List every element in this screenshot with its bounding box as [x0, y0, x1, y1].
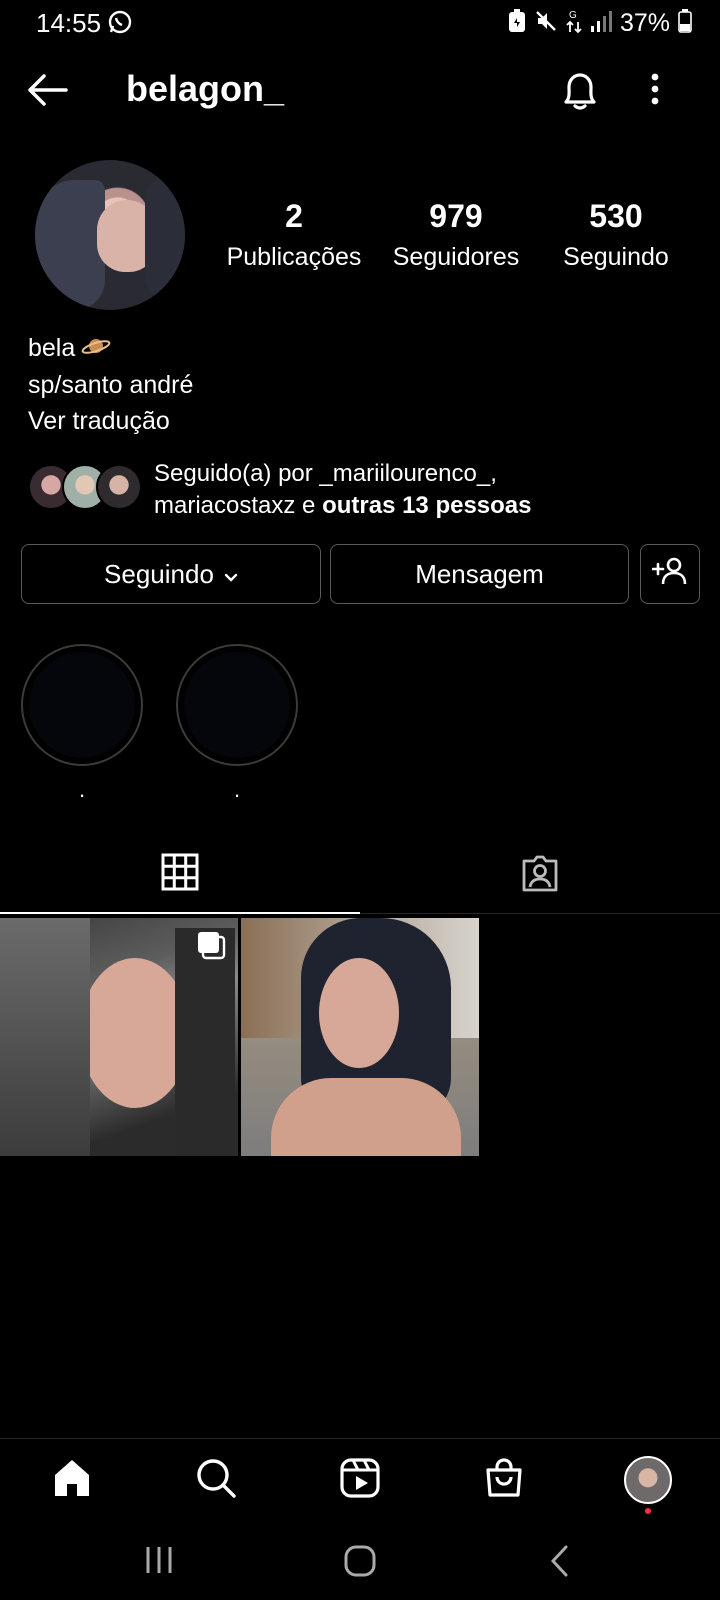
followed-by-text: Seguido(a) por _mariilourenco_, mariacos…	[154, 458, 532, 522]
message-button-label: Mensagem	[415, 558, 544, 589]
tab-tagged[interactable]	[360, 836, 720, 914]
whatsapp-icon	[107, 9, 133, 40]
grid-icon	[161, 853, 199, 896]
followers-label: Seguidores	[392, 243, 520, 271]
posts-label: Publicações	[226, 243, 362, 271]
system-navigation-bar	[0, 1522, 720, 1600]
back-arrow-icon[interactable]	[26, 72, 68, 113]
highlight-caption: .	[233, 777, 241, 802]
add-person-icon	[651, 556, 688, 593]
more-options-icon[interactable]	[650, 72, 660, 111]
tagged-person-icon	[520, 854, 560, 897]
chevron-down-icon	[224, 559, 238, 590]
reels-icon	[339, 1457, 381, 1504]
bell-icon[interactable]	[560, 70, 600, 117]
highlight-caption: .	[78, 777, 86, 802]
svg-text:G: G	[569, 10, 577, 21]
followed-by-line2: mariacostaxz e	[154, 492, 323, 519]
highlight-ring	[176, 644, 298, 766]
battery-percent: 37%	[619, 9, 670, 37]
story-highlight[interactable]: .	[176, 644, 298, 802]
suggested-users-button[interactable]	[640, 544, 700, 604]
profile-tabs	[0, 836, 720, 914]
followers-count[interactable]: 979 Seguidores	[384, 198, 528, 272]
home-icon	[51, 1457, 93, 1504]
profile-avatar[interactable]	[35, 160, 185, 310]
own-profile-avatar	[624, 1456, 672, 1504]
bio-name: bela	[28, 334, 76, 362]
following-button-label: Seguindo	[104, 558, 214, 589]
bottom-navigation	[0, 1438, 720, 1518]
status-bar: 14:55 G 37%	[0, 0, 720, 44]
search-icon	[195, 1457, 237, 1504]
posts-count: 2 Publicações	[220, 198, 368, 272]
following-number: 530	[589, 198, 643, 234]
mute-icon	[534, 9, 558, 38]
profile-bio: bela sp/santo andré Ver tradução	[28, 330, 193, 439]
see-translation-link[interactable]: Ver tradução	[28, 403, 193, 439]
battery-icon	[678, 9, 692, 38]
back-button-icon[interactable]	[548, 1544, 572, 1583]
bio-location: sp/santo andré	[28, 371, 194, 400]
following-label: Seguindo	[563, 243, 669, 271]
profile-header: belagon_	[0, 56, 720, 126]
nav-shop[interactable]	[474, 1455, 534, 1505]
data-transfer-icon: G	[566, 8, 582, 39]
ringed-planet-icon	[81, 331, 111, 367]
message-button[interactable]: Mensagem	[330, 544, 629, 604]
signal-icon	[590, 9, 612, 38]
status-time: 14:55	[36, 8, 102, 38]
recent-apps-icon[interactable]	[143, 1544, 175, 1581]
profile-username: belagon_	[126, 68, 285, 109]
followed-by[interactable]: Seguido(a) por _mariilourenco_, mariacos…	[28, 458, 708, 528]
nav-home[interactable]	[42, 1455, 102, 1505]
post-thumbnail[interactable]	[0, 918, 238, 1156]
follower-avatar	[96, 464, 142, 510]
posts-number: 2	[285, 198, 303, 234]
highlight-ring	[21, 644, 143, 766]
home-button-icon[interactable]	[343, 1544, 377, 1583]
tab-posts-grid[interactable]	[0, 836, 360, 914]
story-highlight[interactable]: .	[21, 644, 143, 802]
nav-reels[interactable]	[330, 1455, 390, 1505]
following-button[interactable]: Seguindo	[21, 544, 321, 604]
followers-number: 979	[429, 198, 483, 234]
multiple-photos-icon	[196, 930, 226, 965]
battery-saver-icon	[508, 9, 526, 38]
followed-by-line1: Seguido(a) por _mariilourenco_,	[154, 460, 497, 487]
nav-search[interactable]	[186, 1455, 246, 1505]
shopping-bag-icon	[483, 1457, 525, 1504]
nav-profile[interactable]	[618, 1455, 678, 1505]
notification-dot	[645, 1508, 651, 1514]
post-thumbnail[interactable]	[241, 918, 479, 1156]
followed-by-others: outras 13 pessoas	[322, 492, 532, 519]
following-count[interactable]: 530 Seguindo	[550, 198, 682, 272]
